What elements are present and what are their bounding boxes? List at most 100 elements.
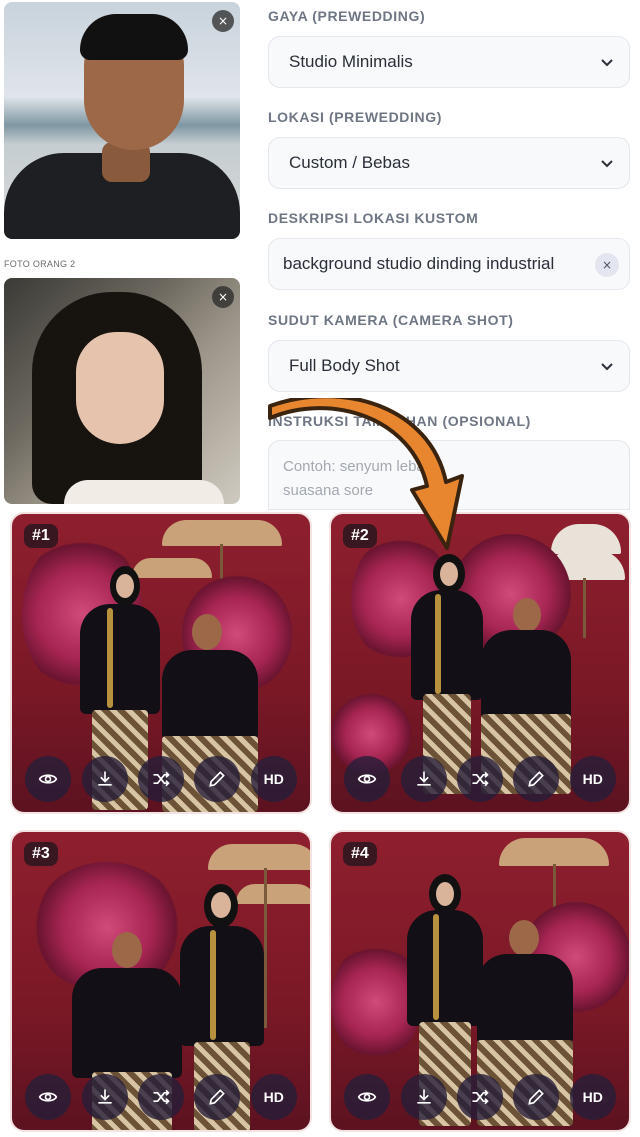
bride-kebaya	[80, 604, 160, 714]
edit-button[interactable]	[194, 1074, 241, 1120]
view-button[interactable]	[344, 1074, 391, 1120]
extra-instructions-textarea[interactable]: Contoh: senyum lebar, suasana sore	[268, 440, 630, 510]
edit-button[interactable]	[513, 1074, 560, 1120]
shuffle-icon	[153, 1089, 170, 1105]
result-number-badge: #1	[24, 524, 58, 548]
person2-label: FOTO ORANG 2	[4, 259, 76, 269]
shuffle-button[interactable]	[456, 756, 503, 802]
groom-face	[509, 920, 539, 956]
extra-placeholder-line2: suasana sore	[283, 482, 374, 499]
camera-label: SUDUT KAMERA (CAMERA SHOT)	[268, 312, 514, 328]
umbrella-prop	[499, 838, 609, 866]
result-number-badge: #2	[343, 524, 377, 548]
download-button[interactable]	[400, 756, 447, 802]
view-button[interactable]	[344, 756, 391, 802]
gold-trim	[433, 914, 439, 1020]
bride-kebaya	[407, 910, 483, 1026]
bride-face	[116, 574, 134, 598]
result-card[interactable]: #2 HD	[329, 512, 631, 814]
gold-trim	[210, 930, 216, 1040]
chevron-down-icon	[601, 363, 613, 371]
umbrella-prop	[208, 844, 310, 870]
shuffle-icon	[472, 1089, 489, 1105]
result-actions: HD	[12, 756, 310, 802]
gold-trim	[435, 594, 441, 694]
extra-instructions-label: INSTRUKSI TAMBAHAN (OPSIONAL)	[268, 413, 531, 429]
custom-location-label: DESKRIPSI LOKASI KUSTOM	[268, 210, 479, 226]
person2-shirt	[64, 480, 224, 504]
download-icon	[97, 771, 112, 786]
pencil-icon	[209, 771, 226, 787]
edit-button[interactable]	[194, 756, 241, 802]
eye-icon	[38, 774, 58, 784]
groom-beskap	[162, 650, 258, 740]
location-value: Custom / Bebas	[289, 153, 410, 172]
result-number-badge: #4	[343, 842, 377, 866]
result-number-badge: #3	[24, 842, 58, 866]
remove-photo2-button[interactable]: ×	[212, 286, 234, 308]
hd-button[interactable]: HD	[569, 756, 616, 802]
location-select[interactable]: Custom / Bebas	[268, 137, 630, 189]
pencil-icon	[528, 771, 545, 787]
eye-icon	[357, 1092, 377, 1102]
download-button[interactable]	[81, 1074, 128, 1120]
result-actions: HD	[12, 1074, 310, 1120]
custom-location-value: background studio dinding industrial	[283, 254, 555, 273]
location-label: LOKASI (PREWEDDING)	[268, 109, 442, 125]
result-card[interactable]: #1 HD	[10, 512, 312, 814]
umbrella-prop	[236, 884, 310, 904]
bride-kebaya	[411, 590, 483, 700]
edit-button[interactable]	[513, 756, 560, 802]
extra-placeholder-line1: Contoh: senyum lebar,	[283, 458, 434, 475]
hd-button[interactable]: HD	[569, 1074, 616, 1120]
person2-face	[76, 332, 164, 444]
groom-face	[112, 932, 142, 968]
shuffle-button[interactable]	[456, 1074, 503, 1120]
style-label: GAYA (PREWEDDING)	[268, 8, 426, 24]
groom-beskap	[72, 968, 182, 1078]
hd-button[interactable]: HD	[250, 1074, 297, 1120]
chevron-down-icon	[601, 160, 613, 168]
remove-photo1-button[interactable]: ×	[212, 10, 234, 32]
shuffle-icon	[472, 771, 489, 787]
shuffle-button[interactable]	[137, 1074, 184, 1120]
groom-beskap	[481, 630, 571, 720]
person1-photo: ×	[4, 2, 240, 239]
groom-beskap	[477, 954, 573, 1044]
bride-kebaya	[180, 926, 264, 1046]
bride-face	[211, 892, 231, 918]
groom-face	[513, 598, 541, 632]
shuffle-button[interactable]	[137, 756, 184, 802]
custom-location-input[interactable]: background studio dinding industrial ×	[268, 238, 630, 290]
groom-face	[192, 614, 222, 650]
eye-icon	[357, 774, 377, 784]
chevron-down-icon	[601, 59, 613, 67]
view-button[interactable]	[25, 756, 72, 802]
download-button[interactable]	[400, 1074, 447, 1120]
camera-value: Full Body Shot	[289, 356, 400, 375]
person1-hair	[80, 14, 188, 60]
style-select[interactable]: Studio Minimalis	[268, 36, 630, 88]
result-actions: HD	[331, 756, 629, 802]
person2-photo: ×	[4, 278, 240, 504]
umbrella-prop	[132, 558, 212, 578]
download-icon	[97, 1089, 112, 1104]
hd-button[interactable]: HD	[250, 756, 297, 802]
result-actions: HD	[331, 1074, 629, 1120]
download-button[interactable]	[81, 756, 128, 802]
download-icon	[416, 771, 431, 786]
result-card[interactable]: #4 HD	[329, 830, 631, 1132]
download-icon	[416, 1089, 431, 1104]
pencil-icon	[209, 1089, 226, 1105]
parasol-pole	[583, 578, 586, 638]
style-value: Studio Minimalis	[289, 52, 413, 71]
umbrella-pole	[264, 868, 267, 1028]
bride-face	[440, 562, 458, 586]
camera-select[interactable]: Full Body Shot	[268, 340, 630, 392]
pencil-icon	[528, 1089, 545, 1105]
result-card[interactable]: #3 HD	[10, 830, 312, 1132]
eye-icon	[38, 1092, 58, 1102]
view-button[interactable]	[25, 1074, 72, 1120]
umbrella-prop	[162, 520, 282, 546]
clear-input-button[interactable]: ×	[595, 253, 619, 277]
